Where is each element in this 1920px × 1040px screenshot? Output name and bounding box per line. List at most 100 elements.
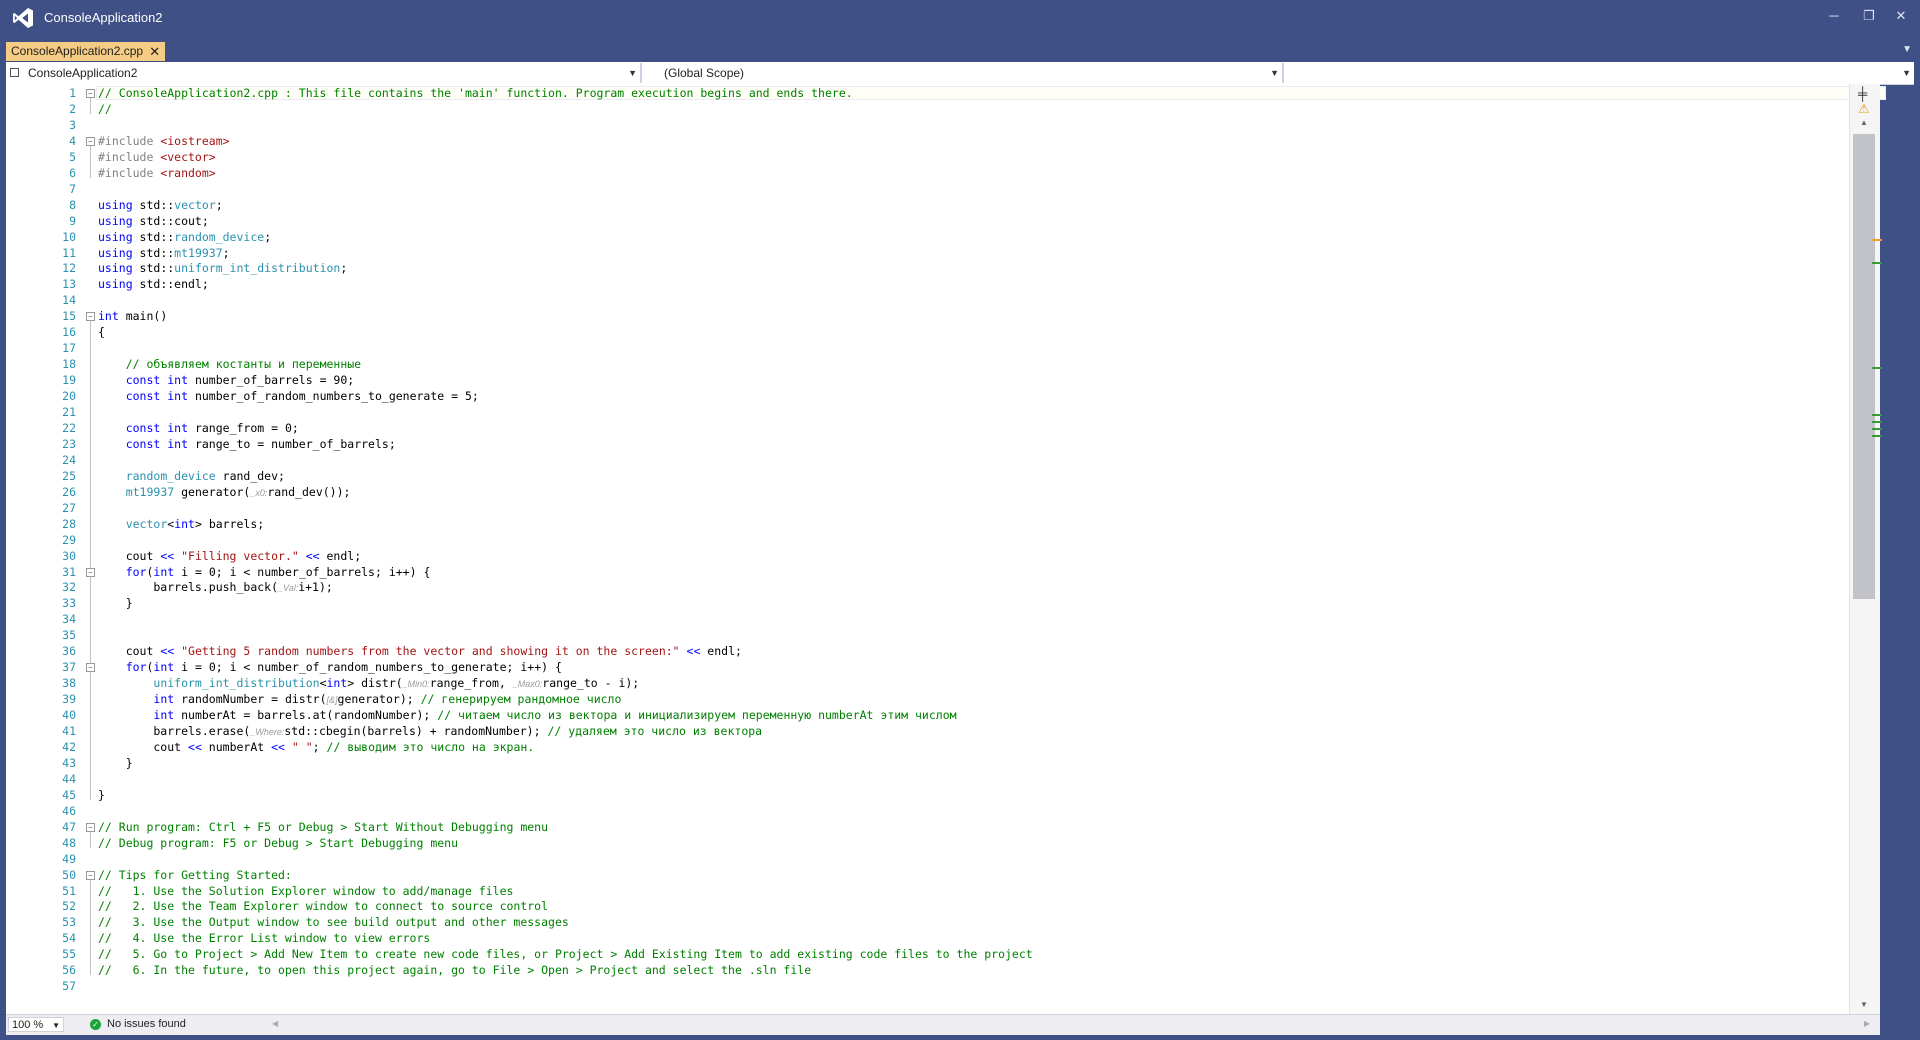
code-line[interactable]: }	[98, 788, 105, 802]
scroll-up-icon[interactable]: ▲	[1860, 118, 1868, 127]
vertical-scrollbar[interactable]: ╪ ⚠ ▲ ▼	[1849, 84, 1882, 1014]
code-token: using	[98, 229, 140, 244]
code-token: barrels.push_back(	[98, 580, 279, 595]
scroll-left-icon[interactable]: ◀	[272, 1019, 278, 1028]
warning-icon[interactable]: ⚠	[1858, 101, 1870, 117]
line-number: 14	[62, 293, 76, 308]
code-token: int	[153, 564, 182, 579]
code-line[interactable]: using std::endl;	[98, 277, 209, 291]
code-line[interactable]: // Run program: Ctrl + F5 or Debug > Sta…	[98, 820, 548, 834]
line-number: 34	[62, 612, 76, 627]
scroll-down-icon[interactable]: ▼	[1860, 1000, 1868, 1009]
code-token: #include	[98, 133, 161, 148]
code-token: }	[98, 787, 105, 802]
code-line[interactable]: const int number_of_barrels = 90;	[98, 373, 355, 387]
zoom-dropdown[interactable]: 100 % ▼	[8, 1017, 64, 1032]
code-line[interactable]: //	[98, 102, 112, 116]
code-line[interactable]: cout << "Getting 5 random numbers from t…	[98, 644, 742, 658]
tab-consoleapplication2-cpp[interactable]: ConsoleApplication2.cpp ✕	[6, 42, 166, 61]
code-line[interactable]: using std::vector;	[98, 198, 223, 212]
code-token: int	[98, 309, 126, 324]
code-token: // ConsoleApplication2.cpp : This file c…	[98, 86, 853, 100]
code-editor[interactable]: 1 2 3 4 5 6 7 8 9 10 11 12 13 14 15 16 17 18 19 20 21 22 23 24 2…	[6, 84, 1886, 1014]
tab-overflow-dropdown-icon[interactable]: ▼	[1902, 44, 1912, 55]
code-token: std::cout;	[139, 213, 209, 228]
code-line[interactable]: const int range_from = 0;	[98, 421, 299, 435]
code-line[interactable]: #include <random>	[98, 166, 216, 180]
code-line[interactable]: // 6. In the future, to open this projec…	[98, 963, 811, 977]
collapse-icon[interactable]: −	[86, 567, 95, 577]
chevron-down-icon: ▼	[1902, 68, 1911, 78]
project-dropdown[interactable]: ConsoleApplication2 ▼	[6, 63, 642, 83]
line-number: 16	[62, 325, 76, 340]
issues-status[interactable]: No issues found	[107, 1018, 186, 1030]
scope-dropdown[interactable]: (Global Scope) ▼	[644, 63, 1284, 83]
line-number: 36	[62, 644, 76, 659]
code-line[interactable]: uniform_int_distribution<int> distr(_Min…	[98, 676, 639, 690]
code-line[interactable]: // Debug program: F5 or Debug > Start De…	[98, 836, 458, 850]
code-line[interactable]: // 1. Use the Solution Explorer window t…	[98, 884, 513, 898]
code-token: <<	[298, 548, 327, 563]
collapse-icon[interactable]: −	[86, 312, 95, 322]
code-line[interactable]: }	[98, 596, 133, 610]
split-editor-icon[interactable]: ╪	[1858, 86, 1867, 101]
code-line[interactable]: int numberAt = barrels.at(randomNumber);…	[98, 708, 956, 722]
code-line[interactable]: #include <vector>	[98, 150, 216, 164]
code-line[interactable]: const int range_to = number_of_barrels;	[98, 437, 396, 451]
code-line[interactable]: using std::uniform_int_distribution;	[98, 261, 347, 275]
code-line[interactable]: cout << "Filling vector." << endl;	[98, 549, 361, 563]
code-line[interactable]: cout << numberAt << " "; // выводим это …	[98, 740, 534, 754]
code-line[interactable]: using std::cout;	[98, 214, 209, 228]
minimize-button[interactable]: ─	[1822, 6, 1846, 26]
line-number: 26	[62, 484, 76, 499]
code-line[interactable]: int randomNumber = distr([&]generator); …	[98, 692, 621, 706]
collapse-icon[interactable]: −	[86, 822, 95, 832]
code-line[interactable]: using std::random_device;	[98, 230, 271, 244]
code-token: using	[98, 213, 140, 228]
code-line[interactable]: using std::mt19937;	[98, 246, 230, 260]
collapse-icon[interactable]: −	[86, 136, 95, 146]
close-tab-icon[interactable]: ✕	[149, 42, 160, 61]
scroll-marker	[1872, 414, 1882, 416]
member-dropdown[interactable]: ▼	[1286, 63, 1914, 83]
collapse-icon[interactable]: −	[86, 663, 95, 673]
collapse-icon[interactable]: −	[86, 89, 95, 98]
code-line[interactable]: mt19937 generator(_x0:rand_dev());	[98, 485, 351, 499]
scroll-marker	[1872, 421, 1882, 423]
line-number: 13	[62, 277, 76, 292]
code-token: endl;	[326, 548, 362, 563]
code-token: }	[98, 596, 133, 611]
parameter-hint: _Max0:	[512, 679, 543, 690]
code-line[interactable]: // Tips for Getting Started:	[98, 868, 292, 882]
restore-button[interactable]: ❐	[1857, 6, 1881, 26]
code-line[interactable]: #include <iostream>	[98, 134, 230, 148]
code-line[interactable]: for(int i = 0; i < number_of_barrels; i+…	[98, 564, 431, 579]
code-line[interactable]: // объявляем костанты и переменные	[98, 357, 361, 371]
code-line[interactable]: // ConsoleApplication2.cpp : This file c…	[98, 86, 853, 100]
line-number: 38	[62, 676, 76, 691]
code-line[interactable]: // 2. Use the Team Explorer window to co…	[98, 899, 548, 913]
scroll-right-icon[interactable]: ▶	[1864, 1019, 1870, 1028]
close-window-button[interactable]: ✕	[1889, 6, 1913, 26]
code-line[interactable]: const int number_of_random_numbers_to_ge…	[98, 389, 479, 403]
code-token: std::	[139, 245, 175, 260]
code-line[interactable]: // 3. Use the Output window to see build…	[98, 915, 569, 929]
collapse-icon[interactable]: −	[86, 870, 95, 880]
code-line[interactable]: random_device rand_dev;	[98, 469, 285, 483]
code-token: int	[153, 660, 182, 675]
horizontal-scrollbar[interactable]: ◀ ▶	[266, 1018, 1876, 1032]
code-line[interactable]: // 4. Use the Error List window to view …	[98, 931, 430, 945]
code-line[interactable]: int main()	[98, 309, 167, 323]
code-line[interactable]: // 5. Go to Project > Add New Item to cr…	[98, 947, 1033, 961]
code-token: // 4. Use the Error List window to view …	[98, 931, 431, 946]
code-line[interactable]: for(int i = 0; i < number_of_random_numb…	[98, 660, 562, 674]
code-line[interactable]: {	[98, 325, 105, 339]
code-line[interactable]: vector<int> barrels;	[98, 517, 265, 531]
code-line[interactable]: barrels.erase(_Where:std::cbegin(barrels…	[98, 724, 762, 738]
code-line[interactable]: barrels.push_back(_Val:i+1);	[98, 580, 332, 595]
code-line[interactable]: }	[98, 756, 133, 770]
